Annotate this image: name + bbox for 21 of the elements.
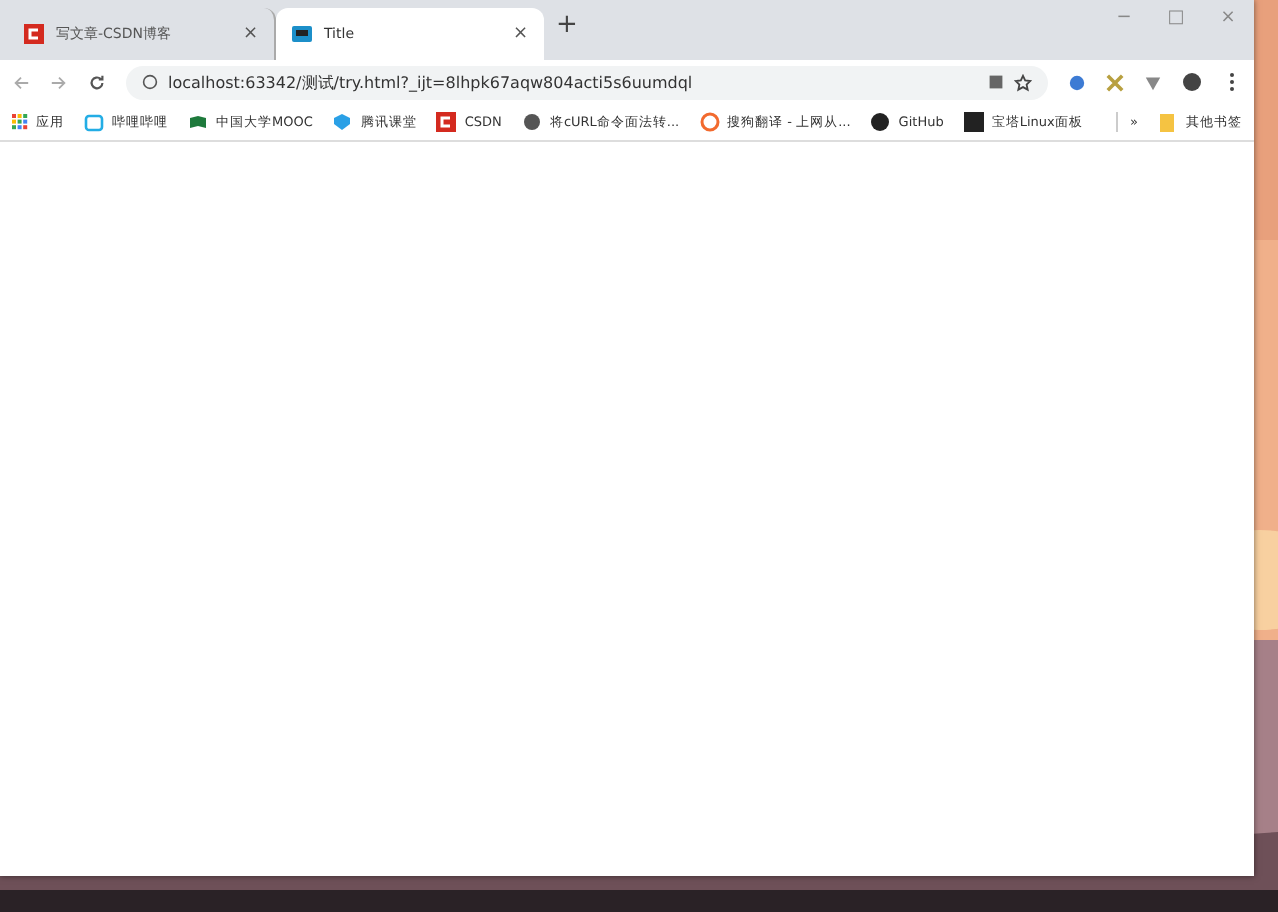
close-icon[interactable]: ×	[512, 24, 528, 44]
address-bar[interactable]: localhost:63342/测试/try.html?_ijt=8lhpk67aqw804acti5s6uumdql	[126, 65, 1048, 99]
shield-icon	[332, 112, 353, 132]
x-mark-icon	[1106, 73, 1124, 91]
s-logo-icon	[699, 112, 720, 132]
c-logo-icon	[436, 112, 457, 132]
back-arrow-icon	[12, 73, 30, 91]
v-mark-icon	[1144, 73, 1162, 91]
close-icon[interactable]: ×	[242, 24, 258, 44]
apps-grid-icon	[12, 114, 28, 130]
info-icon	[142, 74, 158, 90]
reload-icon	[88, 73, 106, 91]
book-icon	[188, 112, 208, 132]
c-logo-icon	[24, 24, 44, 44]
tv-icon	[84, 112, 104, 132]
url-text: localhost:63342/测试/try.html?_ijt=8lhpk67aqw804acti5s6uumdql	[168, 71, 695, 93]
forward-arrow-icon	[50, 73, 68, 91]
new-tab-button[interactable]: +	[556, 10, 578, 40]
page-icon	[292, 24, 312, 44]
folder-icon	[1158, 112, 1178, 132]
star-icon	[1014, 73, 1032, 91]
